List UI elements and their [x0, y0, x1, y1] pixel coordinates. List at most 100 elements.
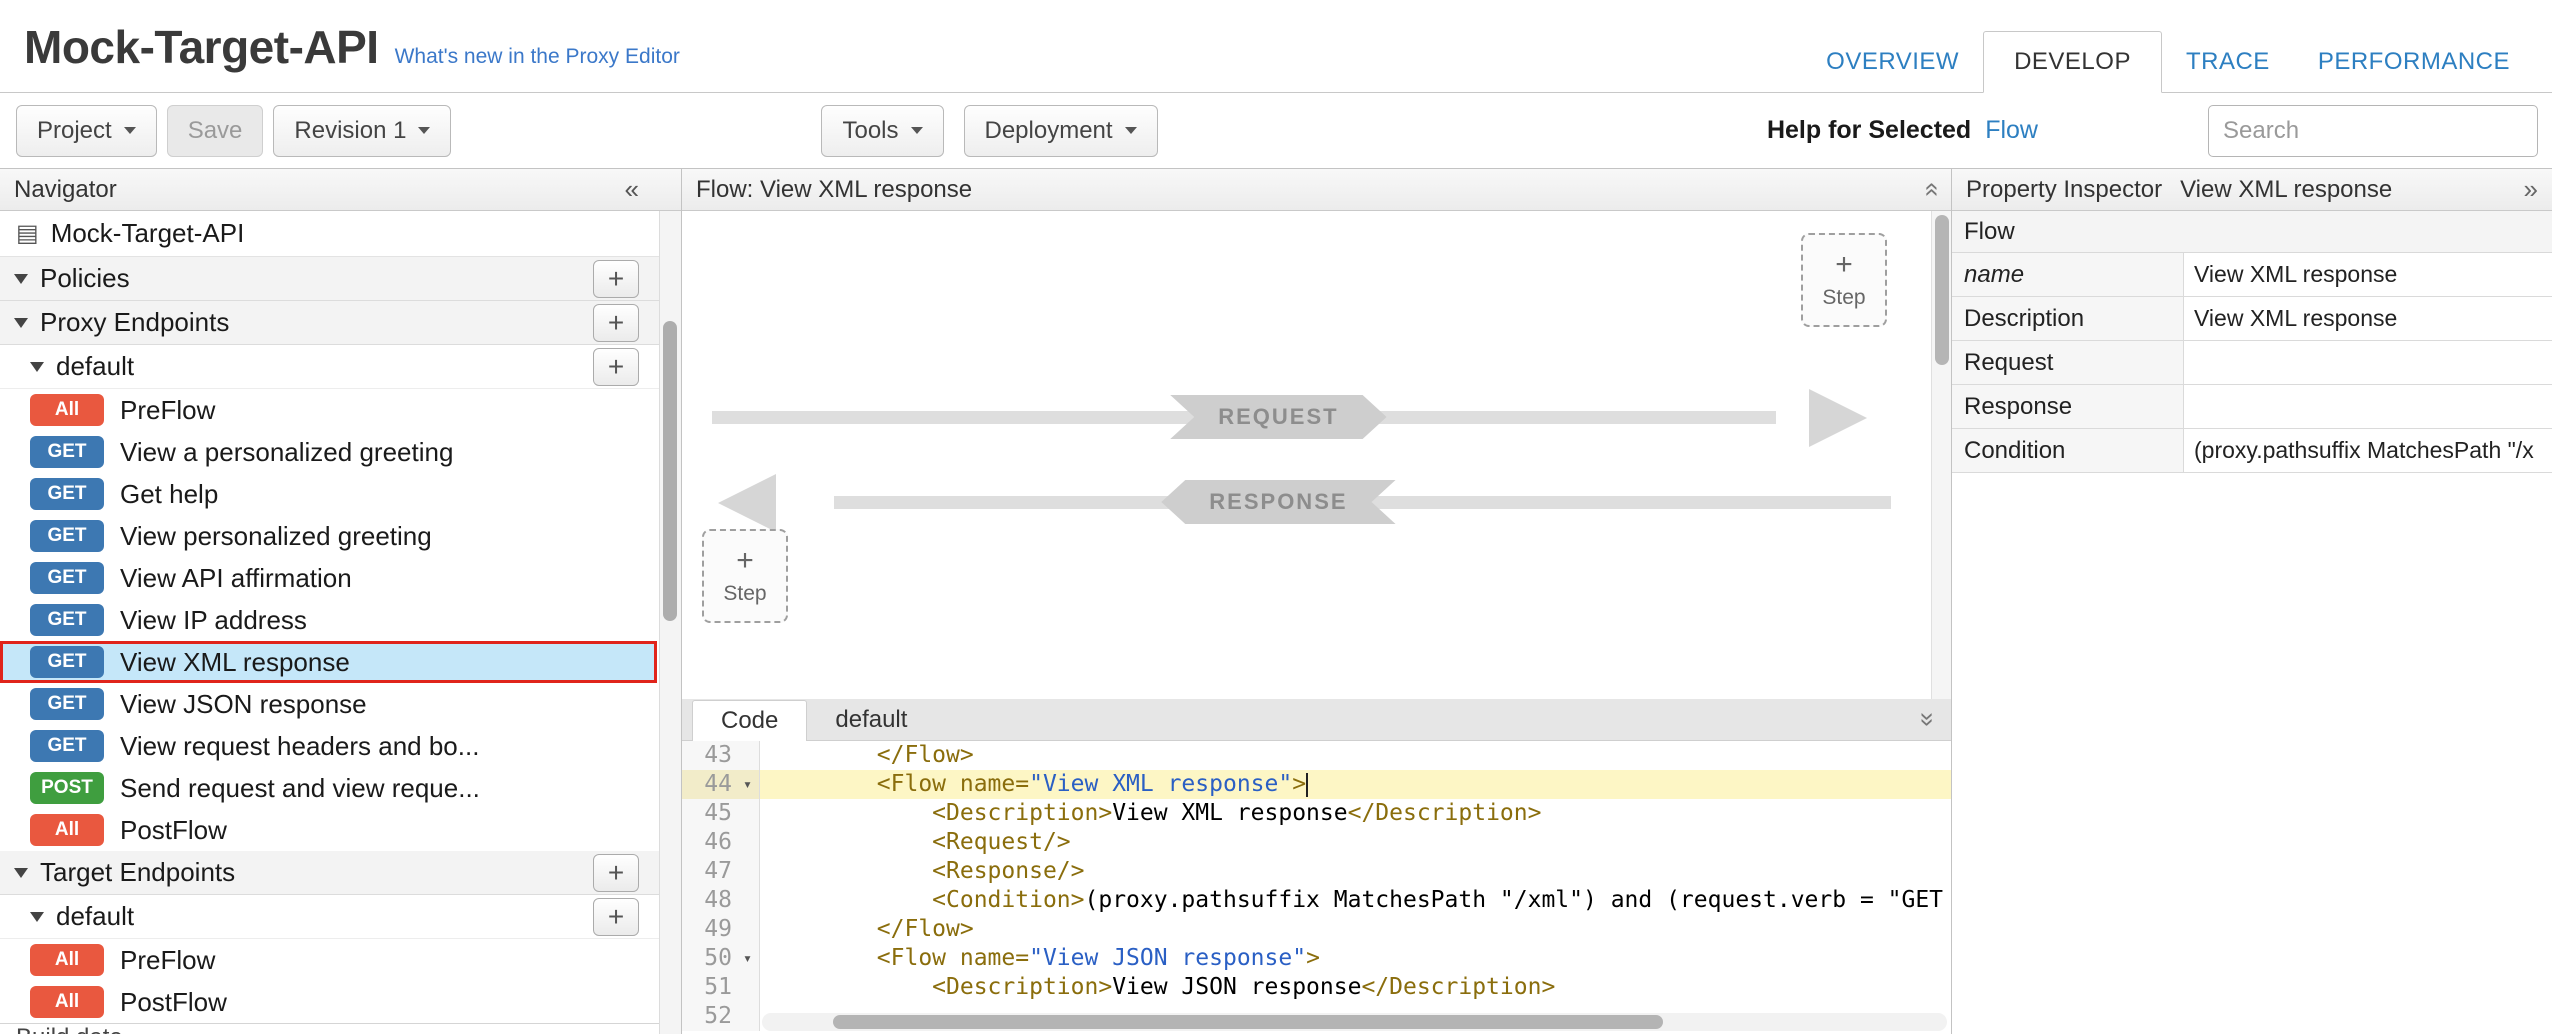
code-text[interactable]: <Description>View JSON response</Descrip… — [760, 973, 1951, 1002]
whats-new-link[interactable]: What's new in the Proxy Editor — [395, 45, 680, 69]
tab-code[interactable]: Code — [692, 700, 807, 741]
scrollbar-thumb[interactable] — [833, 1015, 1663, 1029]
tab-performance[interactable]: PERFORMANCE — [2294, 32, 2534, 92]
nav-flow-view-personalized-greeting[interactable]: GET View personalized greeting — [0, 515, 681, 557]
add-policy-button[interactable]: + — [593, 260, 639, 298]
nav-flow-get-help[interactable]: GET Get help — [0, 473, 681, 515]
scrollbar-thumb[interactable] — [1935, 215, 1949, 365]
add-step-button-request[interactable]: + Step — [1801, 233, 1887, 327]
nav-root-proxy[interactable]: ▤ Mock-Target-API — [0, 211, 681, 257]
code-line[interactable]: 47 <Response/> — [682, 857, 1951, 886]
fold-gutter — [736, 828, 760, 857]
add-proxy-endpoint-button[interactable]: + — [593, 304, 639, 342]
property-label: Description — [1952, 297, 2184, 340]
tools-dropdown[interactable]: Tools — [821, 105, 943, 157]
add-target-endpoint-button[interactable]: + — [593, 854, 639, 892]
flow-label: PostFlow — [120, 987, 227, 1018]
method-badge: All — [30, 986, 104, 1018]
code-line[interactable]: 44▾ <Flow name="View XML response"> — [682, 770, 1951, 799]
collapse-navigator-icon[interactable]: « — [625, 174, 639, 205]
line-number: 49 — [682, 915, 736, 944]
flow-label: View request headers and bo... — [120, 731, 479, 762]
collapse-code-panel-icon[interactable]: » — [1912, 712, 1943, 726]
nav-flow-view-json-response[interactable]: GET View JSON response — [0, 683, 681, 725]
property-value[interactable]: (proxy.pathsuffix MatchesPath "/x — [2184, 429, 2552, 472]
code-line[interactable]: 48 <Condition>(proxy.pathsuffix MatchesP… — [682, 886, 1951, 915]
code-text[interactable]: <Response/> — [760, 857, 1951, 886]
code-line[interactable]: 50▾ <Flow name="View JSON response"> — [682, 944, 1951, 973]
code-line[interactable]: 46 <Request/> — [682, 828, 1951, 857]
tab-overview[interactable]: OVERVIEW — [1802, 32, 1983, 92]
nav-flow-view-request-headers[interactable]: GET View request headers and bo... — [0, 725, 681, 767]
fold-arrow-icon[interactable]: ▾ — [736, 770, 760, 799]
project-label: Project — [37, 117, 112, 145]
navigator-tree: ▤ Mock-Target-API Policies + Proxy Endpo… — [0, 211, 681, 1024]
nav-target-flow-postflow[interactable]: All PostFlow — [0, 981, 681, 1023]
help-for-selected: Help for Selected Flow — [1767, 116, 2038, 145]
code-editor[interactable]: 43 </Flow>44▾ <Flow name="View XML respo… — [682, 741, 1951, 1034]
flow-scrollbar[interactable] — [1931, 211, 1951, 699]
method-badge: GET — [30, 646, 104, 678]
scrollbar-thumb[interactable] — [663, 321, 677, 621]
property-value[interactable]: View XML response — [2184, 297, 2552, 340]
add-target-flow-button[interactable]: + — [593, 898, 639, 936]
code-line[interactable]: 45 <Description>View XML response</Descr… — [682, 799, 1951, 828]
navigator-scrollbar[interactable] — [659, 211, 681, 1034]
code-line[interactable]: 49 </Flow> — [682, 915, 1951, 944]
main-area: Navigator « ▤ Mock-Target-API Policies +… — [0, 169, 2552, 1034]
tab-develop[interactable]: DEVELOP — [1983, 31, 2162, 93]
nav-flow-view-xml-response-selected[interactable]: GET View XML response — [0, 641, 657, 683]
code-line[interactable]: 51 <Description>View JSON response</Desc… — [682, 973, 1951, 1002]
section-proxy-endpoints[interactable]: Proxy Endpoints + — [0, 301, 681, 345]
project-dropdown[interactable]: Project — [16, 105, 157, 157]
nav-flow-view-api-affirmation[interactable]: GET View API affirmation — [0, 557, 681, 599]
nav-flow-send-request[interactable]: POST Send request and view reque... — [0, 767, 681, 809]
property-value[interactable]: View XML response — [2184, 253, 2552, 296]
nav-root-label: Mock-Target-API — [51, 218, 245, 249]
add-flow-button[interactable]: + — [593, 348, 639, 386]
line-number: 52 — [682, 1002, 736, 1031]
proxy-endpoint-default[interactable]: default + — [0, 345, 681, 389]
step-label: Step — [723, 582, 766, 606]
line-number: 46 — [682, 828, 736, 857]
expand-inspector-icon[interactable]: » — [2524, 174, 2538, 205]
code-text[interactable]: </Flow> — [760, 741, 1951, 770]
flow-label: View XML response — [120, 647, 350, 678]
caret-down-icon — [1125, 127, 1137, 134]
code-text[interactable]: </Flow> — [760, 915, 1951, 944]
property-value[interactable] — [2184, 385, 2552, 428]
triangle-down-icon — [14, 868, 28, 878]
code-text[interactable]: <Request/> — [760, 828, 1951, 857]
code-text[interactable]: <Condition>(proxy.pathsuffix MatchesPath… — [760, 886, 1951, 915]
tab-trace[interactable]: TRACE — [2162, 32, 2294, 92]
save-button[interactable]: Save — [167, 105, 264, 157]
nav-flow-postflow[interactable]: All PostFlow — [0, 809, 681, 851]
add-step-button-response[interactable]: + Step — [702, 529, 788, 623]
code-text[interactable]: <Flow name="View JSON response"> — [760, 944, 1951, 973]
revision-dropdown[interactable]: Revision 1 — [273, 105, 451, 157]
nav-flow-preflow[interactable]: All PreFlow — [0, 389, 681, 431]
section-policies[interactable]: Policies + — [0, 257, 681, 301]
code-line[interactable]: 43 </Flow> — [682, 741, 1951, 770]
horizontal-scrollbar[interactable] — [762, 1013, 1947, 1031]
method-badge: GET — [30, 562, 104, 594]
collapse-flow-panel-icon[interactable]: » — [1914, 182, 1945, 196]
fold-arrow-icon[interactable]: ▾ — [736, 944, 760, 973]
property-inspector-panel: Property Inspector View XML response » F… — [1952, 169, 2552, 1034]
toolbar: Project Save Revision 1 Tools Deployment… — [0, 93, 2552, 169]
line-number: 43 — [682, 741, 736, 770]
nav-flow-view-ip-address[interactable]: GET View IP address — [0, 599, 681, 641]
method-badge: GET — [30, 520, 104, 552]
code-text[interactable]: <Description>View XML response</Descript… — [760, 799, 1951, 828]
deployment-dropdown[interactable]: Deployment — [964, 105, 1158, 157]
help-flow-link[interactable]: Flow — [1985, 116, 2038, 145]
target-endpoint-default[interactable]: default + — [0, 895, 681, 939]
method-badge: GET — [30, 436, 104, 468]
section-target-endpoints[interactable]: Target Endpoints + — [0, 851, 681, 895]
triangle-down-icon — [14, 274, 28, 284]
code-text[interactable]: <Flow name="View XML response"> — [760, 770, 1951, 799]
nav-flow-view-a-personalized-greeting[interactable]: GET View a personalized greeting — [0, 431, 681, 473]
property-value[interactable] — [2184, 341, 2552, 384]
nav-target-flow-preflow[interactable]: All PreFlow — [0, 939, 681, 981]
search-input[interactable] — [2208, 105, 2538, 157]
